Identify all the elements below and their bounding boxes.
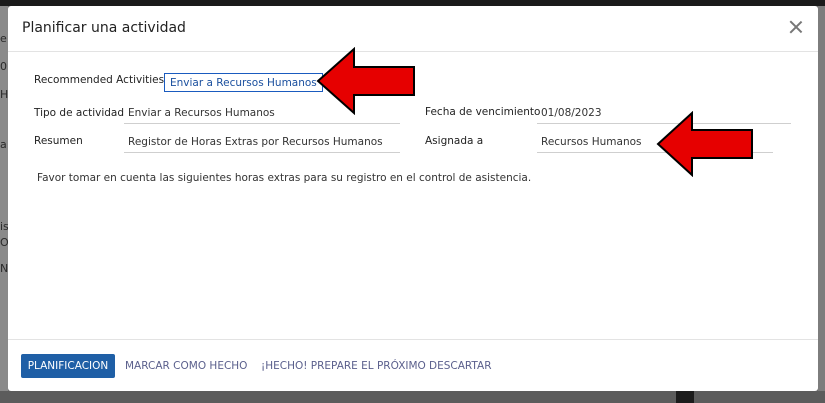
background-text: 0 [0,60,7,73]
done-schedule-next-button[interactable]: ¡HECHO! PREPARE EL PRÓXIMO [261,354,426,378]
schedule-button[interactable]: PLANIFICACION [21,354,115,378]
background-text: e [0,32,7,45]
recommended-activity-button[interactable]: Enviar a Recursos Humanos [164,73,323,92]
discard-button[interactable]: DESCARTAR [429,354,492,378]
background-scroll-block [676,391,694,403]
summary-field[interactable]: Registor de Horas Extras por Recursos Hu… [124,134,400,153]
summary-label: Resumen [34,135,83,147]
activity-type-label: Tipo de actividad [34,107,125,119]
dialog-header: Planificar una actividad [8,6,818,52]
due-date-label: Fecha de vencimiento [425,106,541,118]
background-text: a [0,138,7,151]
annotation-arrow-left [316,47,415,115]
background-page-bottom [0,391,825,403]
annotation-arrow-left-2 [656,111,753,177]
activity-note[interactable]: Favor tomar en cuenta las siguientes hor… [37,172,531,184]
background-page-right [818,6,825,403]
assigned-to-label: Asignada a [425,135,484,147]
mark-done-button[interactable]: MARCAR COMO HECHO [125,354,247,378]
close-icon[interactable] [786,17,806,37]
recommended-activities-label: Recommended Activities [34,74,165,86]
dialog-title: Planificar una actividad [22,20,186,36]
